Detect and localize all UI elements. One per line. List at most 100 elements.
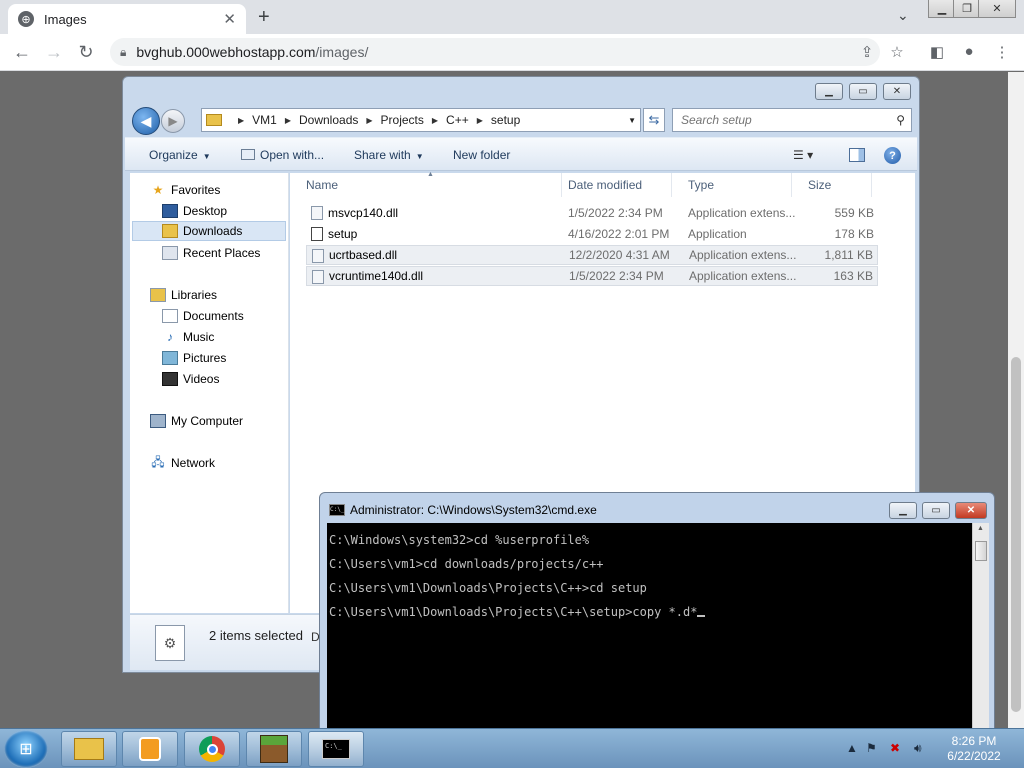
cmd-minimize-button[interactable]: ▁ — [889, 502, 917, 519]
nav-libraries[interactable]: Libraries — [150, 285, 217, 305]
file-name: ucrtbased.dll — [329, 248, 398, 262]
file-row-selected[interactable]: ucrtbased.dll 12/2/2020 4:31 AM Applicat… — [306, 245, 878, 265]
help-icon[interactable]: ? — [884, 147, 901, 164]
breadcrumb-chevron-icon[interactable]: ▶ — [477, 116, 483, 125]
forward-arrow-icon[interactable]: → — [43, 42, 65, 63]
taskbar-minecraft-button[interactable] — [246, 731, 302, 767]
nav-label: Downloads — [183, 224, 243, 238]
cmd-maximize-button[interactable]: ▭ — [922, 502, 950, 519]
search-icon[interactable]: ⚲ — [896, 113, 905, 127]
nav-videos[interactable]: Videos — [162, 369, 219, 389]
taskbar-chrome-button[interactable] — [184, 731, 240, 767]
console-line: C:\Users\vm1\Downloads\Projects\C++>cd s… — [329, 581, 647, 595]
open-with-button[interactable]: Open with... — [241, 148, 324, 162]
nav-label: Videos — [183, 372, 220, 386]
console-output[interactable]: C:\Windows\system32>cd %userprofile% C:\… — [327, 523, 972, 731]
address-dropdown-icon[interactable]: ▼ — [628, 116, 636, 125]
folder-icon — [74, 738, 104, 760]
system-clock[interactable]: 8:26 PM 6/22/2022 — [944, 734, 1004, 764]
explorer-address-row: ◀ ▶ ▶ VM1 ▶ Downloads ▶ Projects ▶ C++ ▶… — [131, 105, 913, 135]
organize-button[interactable]: Organize ▼ — [149, 148, 211, 162]
file-size: 178 KB — [834, 227, 874, 241]
console-scrollbar-thumb[interactable] — [975, 541, 987, 561]
nav-my-computer[interactable]: My Computer — [150, 411, 243, 431]
action-center-flag-icon[interactable]: ⚑ — [866, 741, 877, 755]
preview-pane-icon[interactable] — [849, 148, 865, 162]
nav-favorites[interactable]: ★ Favorites — [150, 180, 221, 200]
nav-documents[interactable]: Documents — [162, 306, 244, 326]
taskbar-cmd-button[interactable]: C:\_ — [308, 731, 364, 767]
breadcrumb-chevron-icon[interactable]: ▶ — [285, 116, 291, 125]
breadcrumb-item[interactable]: setup — [491, 113, 520, 127]
network-error-icon[interactable]: ✖ — [890, 741, 900, 755]
volume-icon[interactable]: 🔊︎ — [914, 741, 922, 756]
search-box[interactable]: ⚲ — [672, 108, 912, 132]
menu-kebab-icon[interactable]: ⋮ — [992, 43, 1012, 61]
file-row[interactable]: msvcp140.dll 1/5/2022 2:34 PM Applicatio… — [306, 203, 878, 223]
file-row[interactable]: setup 4/16/2022 2:01 PM Application 178 … — [306, 224, 878, 244]
console-scrollbar[interactable]: ▲ — [972, 523, 989, 731]
explorer-back-button[interactable]: ◀ — [132, 107, 160, 135]
breadcrumb-chevron-icon[interactable]: ▶ — [432, 116, 438, 125]
taskbar-media-player-button[interactable] — [122, 731, 178, 767]
profile-avatar-icon[interactable]: ● — [959, 43, 979, 60]
explorer-minimize-button[interactable]: ▁ — [815, 83, 843, 100]
refresh-icon[interactable]: ⇆ — [643, 108, 665, 132]
share-icon[interactable]: ⇪ — [857, 43, 877, 61]
clock-time: 8:26 PM — [951, 734, 997, 748]
side-panel-icon[interactable]: ◧ — [927, 43, 947, 61]
explorer-close-button[interactable]: ✕ — [883, 83, 911, 100]
breadcrumb-item[interactable]: C++ — [446, 113, 469, 127]
browser-minimize-button[interactable]: ▁ — [928, 0, 956, 18]
file-size: 1,811 KB — [824, 248, 873, 262]
new-tab-button[interactable]: + — [258, 6, 270, 29]
cmd-close-button[interactable]: ✕ — [955, 502, 987, 519]
back-arrow-icon[interactable]: ← — [11, 42, 33, 63]
column-label: Name — [306, 178, 339, 192]
nav-label: Pictures — [183, 351, 227, 365]
share-with-button[interactable]: Share with ▼ — [354, 148, 424, 162]
search-input[interactable] — [681, 113, 881, 127]
nav-recent-places[interactable]: Recent Places — [162, 243, 260, 263]
nav-downloads[interactable]: Downloads — [132, 221, 286, 241]
change-view-icon[interactable]: ☰ ▾ — [793, 148, 813, 162]
file-name: setup — [328, 227, 358, 241]
column-header-type[interactable]: Type — [672, 173, 792, 197]
computer-icon — [150, 414, 166, 428]
scroll-up-arrow-icon[interactable]: ▲ — [977, 525, 984, 532]
column-header-name[interactable]: Name ▲ — [290, 171, 562, 197]
close-tab-icon[interactable]: ✕ — [223, 10, 236, 28]
breadcrumb-chevron-icon[interactable]: ▶ — [366, 116, 372, 125]
column-header-date[interactable]: Date modified — [552, 173, 672, 197]
breadcrumb-chevron-icon[interactable]: ▶ — [238, 116, 244, 125]
page-scrollbar[interactable] — [1008, 72, 1024, 728]
bookmark-star-icon[interactable]: ☆ — [887, 43, 907, 61]
file-date: 12/2/2020 4:31 AM — [569, 248, 670, 262]
reload-icon[interactable]: ↻ — [75, 42, 97, 63]
column-header-size[interactable]: Size — [792, 173, 872, 197]
new-folder-button[interactable]: New folder — [453, 148, 510, 162]
chrome-icon — [199, 736, 225, 762]
nav-network[interactable]: 🖧︎ Network — [150, 453, 215, 473]
page-scrollbar-thumb[interactable] — [1011, 357, 1021, 712]
lock-icon[interactable]: 🔒︎ — [120, 45, 126, 60]
nav-desktop[interactable]: Desktop — [162, 201, 227, 221]
nav-music[interactable]: ♪ Music — [162, 327, 214, 347]
show-hidden-icons-icon[interactable]: ▲ — [846, 741, 858, 755]
file-type: Application extens... — [689, 269, 797, 283]
breadcrumb[interactable]: ▶ VM1 ▶ Downloads ▶ Projects ▶ C++ ▶ set… — [201, 108, 641, 132]
breadcrumb-item[interactable]: Projects — [381, 113, 424, 127]
file-row-selected[interactable]: vcruntime140d.dll 1/5/2022 2:34 PM Appli… — [306, 266, 878, 286]
breadcrumb-item[interactable]: Downloads — [299, 113, 358, 127]
breadcrumb-item[interactable]: VM1 — [252, 113, 277, 127]
browser-restore-button[interactable]: ❐ — [953, 0, 981, 18]
browser-tab[interactable]: ⊕ Images ✕ — [8, 4, 246, 34]
explorer-forward-button[interactable]: ▶ — [161, 109, 185, 133]
tab-search-chevron-icon[interactable]: ⌄ — [897, 7, 909, 24]
start-button[interactable]: ⊞ — [4, 730, 48, 768]
nav-pictures[interactable]: Pictures — [162, 348, 226, 368]
address-bar[interactable]: 🔒︎ bvghub.000webhostapp.com/images/ — [110, 38, 880, 66]
browser-close-button[interactable]: ✕ — [978, 0, 1016, 18]
explorer-maximize-button[interactable]: ▭ — [849, 83, 877, 100]
taskbar-explorer-button[interactable] — [61, 731, 117, 767]
